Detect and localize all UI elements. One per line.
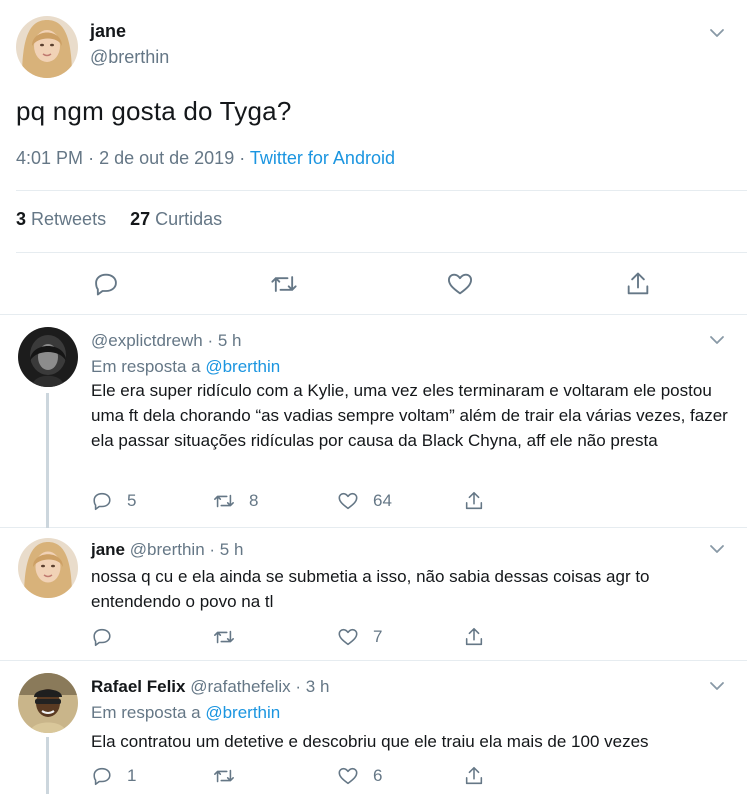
replying-to-link[interactable]: @brerthin [205, 703, 280, 722]
meta-separator: · [239, 148, 246, 168]
likes-stat[interactable]: 27 Curtidas [130, 209, 222, 229]
reply-author-handle[interactable]: @explictdrewh [91, 331, 203, 350]
reply-tweet[interactable]: @explictdrewh · 5 h Em resposta a @brert… [0, 315, 747, 528]
retweet-button[interactable] [213, 625, 235, 649]
like-icon[interactable] [446, 270, 474, 298]
divider [16, 252, 747, 253]
reply-author-name[interactable]: jane [91, 540, 125, 559]
like-icon [337, 765, 359, 787]
reply-icon [91, 765, 113, 787]
meta-separator: · [88, 148, 95, 168]
reply-tweet[interactable]: jane @brerthin · 5 h nossa q cu e ela ai… [0, 528, 747, 661]
like-icon [337, 626, 359, 648]
replying-to-label: Em resposta a [91, 703, 201, 722]
tweet-date[interactable]: 2 de out de 2019 [99, 148, 234, 168]
tweet-time[interactable]: 4:01 PM [16, 148, 83, 168]
reply-text: Ele era super ridículo com a Kylie, uma … [91, 381, 728, 450]
chevron-down-icon[interactable] [708, 24, 726, 42]
avatar[interactable] [18, 538, 78, 598]
avatar[interactable] [16, 16, 78, 78]
chevron-down-icon[interactable] [708, 331, 726, 349]
avatar[interactable] [18, 327, 78, 387]
reply-author-handle[interactable]: @rafathefelix [190, 677, 290, 696]
reply-button[interactable]: 1 [91, 764, 136, 788]
retweet-icon [213, 626, 235, 648]
author-handle[interactable]: @brerthin [90, 47, 169, 68]
author-name[interactable]: jane [90, 21, 126, 42]
retweet-button[interactable] [213, 764, 235, 788]
reply-text: Ela contratou um detetive e descobriu qu… [91, 732, 649, 751]
avatar[interactable] [18, 673, 78, 733]
retweet-icon[interactable] [270, 270, 298, 298]
reply-author-name[interactable]: Rafael Felix [91, 677, 186, 696]
replying-to-link[interactable]: @brerthin [205, 357, 280, 376]
share-icon[interactable] [624, 270, 652, 298]
main-tweet: jane @brerthin pq ngm gosta do Tyga? 4:0… [0, 0, 747, 315]
reply-button[interactable]: 5 [91, 489, 136, 513]
reply-icon [91, 626, 113, 648]
retweet-count: 8 [249, 491, 259, 510]
share-button[interactable] [463, 489, 485, 513]
like-button[interactable]: 7 [337, 625, 382, 649]
reply-header: Rafael Felix @rafathefelix · 3 h [91, 677, 329, 697]
reply-time[interactable]: · 5 h [209, 540, 243, 559]
reply-icon [91, 490, 113, 512]
like-count: 7 [373, 627, 383, 646]
reply-author-handle[interactable]: @brerthin [130, 540, 205, 559]
share-icon [463, 490, 485, 512]
share-button[interactable] [463, 625, 485, 649]
replying-to: Em resposta a @brerthin [91, 357, 280, 377]
share-button[interactable] [463, 764, 485, 788]
reply-text: nossa q cu e ela ainda se submetia a iss… [91, 567, 650, 611]
like-count: 6 [373, 766, 383, 785]
tweet-source[interactable]: Twitter for Android [250, 148, 395, 168]
reply-count: 5 [127, 491, 137, 510]
reply-icon[interactable] [92, 270, 120, 298]
tweet-stats: 3 Retweets 27 Curtidas [16, 209, 222, 230]
reply-header: @explictdrewh · 5 h [91, 331, 242, 351]
share-icon [463, 626, 485, 648]
reply-time[interactable]: · 5 h [207, 331, 241, 350]
retweet-button[interactable]: 8 [213, 489, 258, 513]
like-button[interactable]: 64 [337, 489, 392, 513]
reply-button[interactable] [91, 625, 113, 649]
retweet-icon [213, 490, 235, 512]
like-count: 64 [373, 491, 392, 510]
chevron-down-icon[interactable] [708, 677, 726, 695]
replying-to: Em resposta a @brerthin [91, 703, 280, 723]
thread-line [46, 737, 49, 794]
share-icon [463, 765, 485, 787]
retweet-icon [213, 765, 235, 787]
reply-tweet[interactable]: Rafael Felix @rafathefelix · 3 h Em resp… [0, 661, 747, 794]
like-icon [337, 490, 359, 512]
like-button[interactable]: 6 [337, 764, 382, 788]
chevron-down-icon[interactable] [708, 540, 726, 558]
reply-time[interactable]: · 3 h [295, 677, 329, 696]
divider [16, 190, 747, 191]
tweet-meta: 4:01 PM · 2 de out de 2019 · Twitter for… [16, 148, 395, 169]
thread-line [46, 393, 49, 528]
reply-count: 1 [127, 766, 137, 785]
reply-header: jane @brerthin · 5 h [91, 540, 243, 560]
tweet-text: pq ngm gosta do Tyga? [16, 96, 292, 126]
replying-to-label: Em resposta a [91, 357, 201, 376]
retweets-stat[interactable]: 3 Retweets [16, 209, 106, 229]
